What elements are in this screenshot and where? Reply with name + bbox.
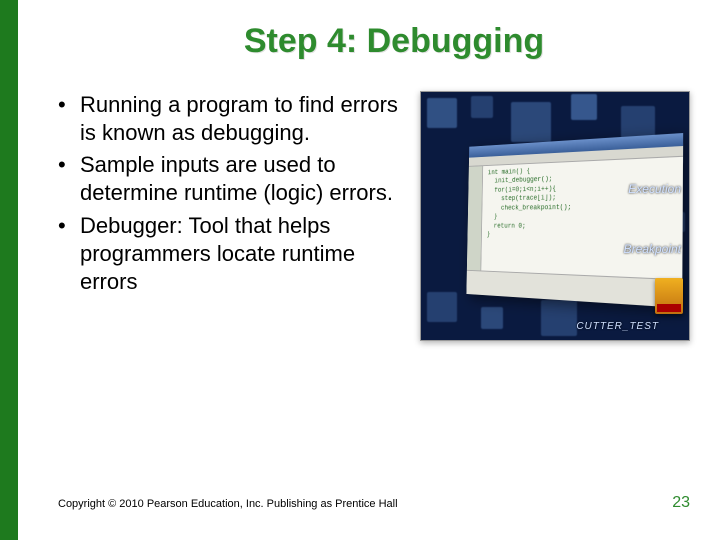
bullet-item: Running a program to find errors is know… bbox=[58, 91, 402, 147]
overlay-label: CUTTER_TEST bbox=[576, 321, 659, 332]
bullet-item: Debugger: Tool that helps programmers lo… bbox=[58, 212, 402, 296]
accent-bar bbox=[0, 0, 18, 540]
tilted-debugger-window: int main() { init_debugger(); for(i=0;i<… bbox=[466, 133, 683, 308]
page-number: 23 bbox=[672, 494, 690, 512]
copyright-footer: Copyright © 2010 Pearson Education, Inc.… bbox=[58, 498, 398, 510]
chip-icon bbox=[655, 278, 683, 314]
bullet-list: Running a program to find errors is know… bbox=[58, 91, 402, 300]
slide-title: Step 4: Debugging bbox=[98, 22, 690, 61]
decorative-image: int main() { init_debugger(); for(i=0;i<… bbox=[420, 91, 690, 341]
content-row: Running a program to find errors is know… bbox=[58, 91, 690, 341]
slide-body: Step 4: Debugging Running a program to f… bbox=[18, 0, 720, 540]
overlay-label: Execution bbox=[628, 182, 681, 196]
bullet-item: Sample inputs are used to determine runt… bbox=[58, 151, 402, 207]
overlay-label: Breakpoint bbox=[624, 242, 681, 256]
code-area: int main() { init_debugger(); for(i=0;i<… bbox=[481, 157, 683, 279]
